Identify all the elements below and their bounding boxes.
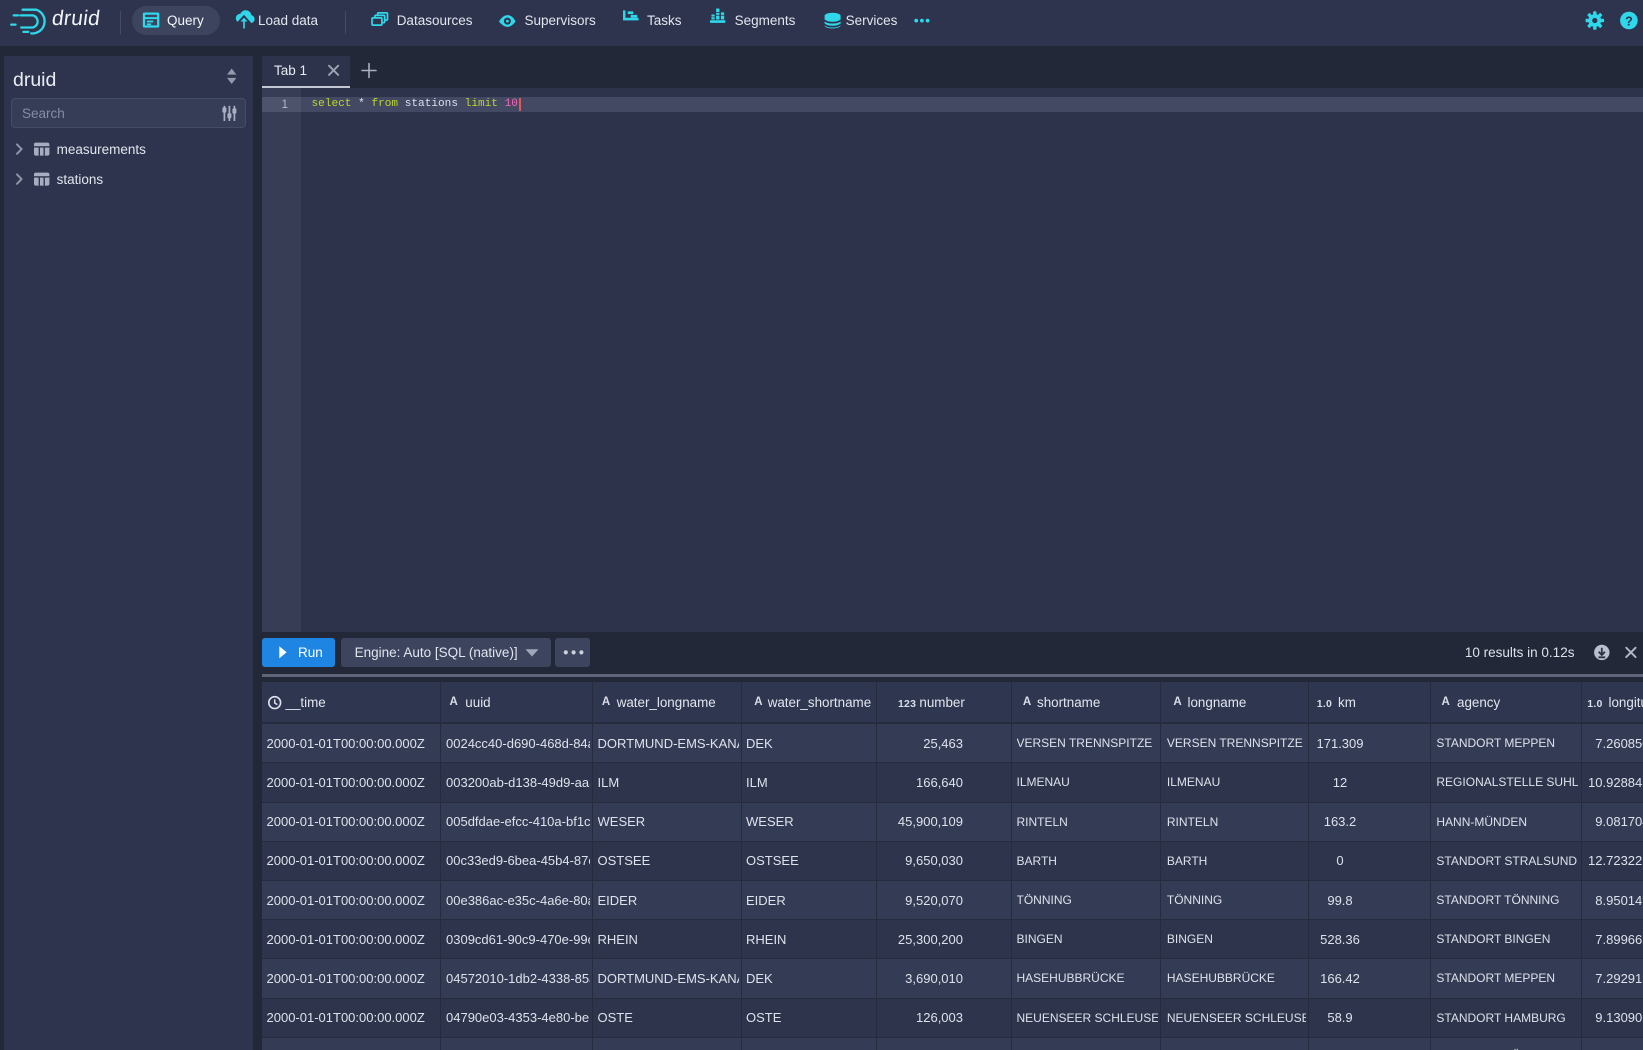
svg-text:?: ? (1625, 14, 1633, 28)
